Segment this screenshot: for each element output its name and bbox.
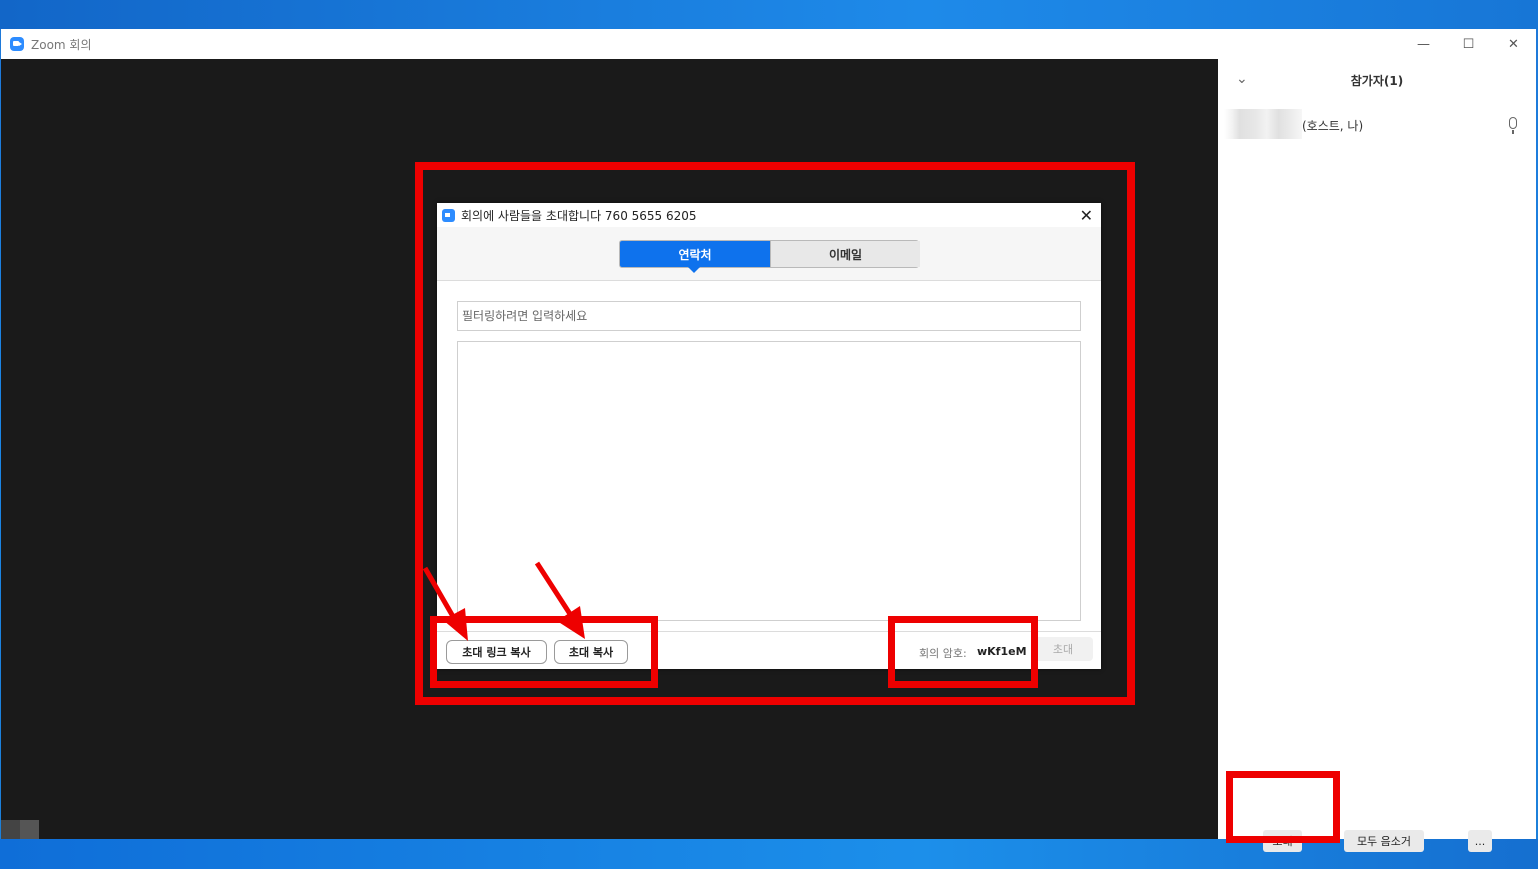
- close-window-button[interactable]: ✕: [1491, 29, 1536, 59]
- minimize-button[interactable]: —: [1401, 29, 1446, 59]
- annotation-highlight-password: [888, 616, 1038, 688]
- maximize-button[interactable]: ☐: [1446, 29, 1491, 59]
- participants-header: ⌄ 참가자(1): [1218, 59, 1536, 99]
- window-title: Zoom 회의: [31, 37, 92, 52]
- annotation-highlight-invite: [1226, 771, 1340, 843]
- desktop-background: [0, 0, 1538, 29]
- participant-row[interactable]: (호스트, 나): [1218, 107, 1536, 143]
- participants-panel: ⌄ 참가자(1) (호스트, 나) 초대 모두 음소거 ...: [1218, 59, 1536, 852]
- microphone-icon[interactable]: [1509, 117, 1517, 134]
- taskbar-background: [0, 839, 1538, 869]
- participants-title: 참가자(1): [1350, 74, 1404, 88]
- window-controls: — ☐ ✕: [1401, 29, 1536, 59]
- annotation-highlight-copy-buttons: [430, 616, 658, 688]
- mute-all-button[interactable]: 모두 음소거: [1344, 830, 1424, 852]
- participant-name-blurred: [1224, 109, 1302, 139]
- more-options-button[interactable]: ...: [1468, 830, 1492, 852]
- participant-role: (호스트, 나): [1302, 119, 1364, 133]
- window-titlebar: Zoom 회의 — ☐ ✕: [1, 29, 1536, 59]
- zoom-app-icon: [10, 37, 24, 51]
- self-view-thumbnail[interactable]: [1, 820, 39, 839]
